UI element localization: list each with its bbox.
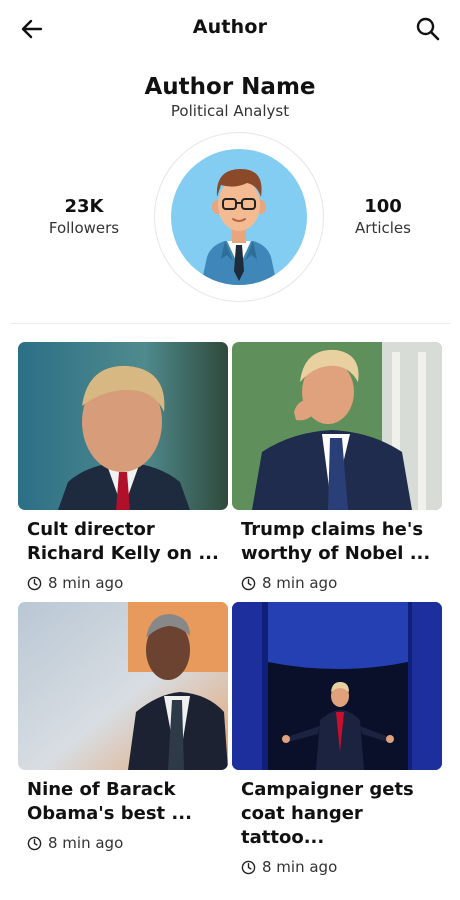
followers-label: Followers	[48, 219, 120, 237]
clock-icon	[241, 576, 256, 590]
article-title: Cult director Richard Kelly on ...	[27, 519, 219, 564]
article-time-text: 8 min ago	[48, 834, 124, 852]
article-time: 8 min ago	[232, 574, 442, 592]
article-card[interactable]: Nine of Barack Obama's best ... 8 min ag…	[18, 602, 228, 852]
page-title: Author	[192, 16, 268, 38]
article-image	[18, 342, 228, 510]
author-name: Author Name	[144, 74, 316, 100]
article-title: Campaigner gets coat hanger tattoo...	[241, 779, 414, 848]
article-card[interactable]: Cult director Richard Kelly on ... 8 min…	[18, 342, 228, 592]
clock-icon	[27, 836, 42, 850]
article-time: 8 min ago	[232, 858, 442, 876]
avatar[interactable]	[171, 149, 307, 285]
avatar-ring	[154, 132, 324, 302]
article-time-text: 8 min ago	[262, 858, 338, 876]
followers-count: 23K	[64, 196, 104, 217]
top-app-bar: Author	[0, 0, 460, 56]
articles-stat[interactable]: 100 Articles	[318, 196, 448, 237]
article-image	[232, 342, 442, 510]
articles-label: Articles	[355, 219, 411, 237]
clock-icon	[241, 860, 256, 874]
author-avatar-illustration	[201, 169, 277, 285]
article-time-text: 8 min ago	[262, 574, 338, 592]
article-time-text: 8 min ago	[48, 574, 124, 592]
article-image	[18, 602, 228, 770]
followers-stat[interactable]: 23K Followers	[19, 196, 149, 237]
article-image	[232, 602, 442, 770]
article-title: Nine of Barack Obama's best ...	[27, 779, 192, 824]
articles-count: 100	[364, 196, 402, 217]
article-card[interactable]: Campaigner gets coat hanger tattoo... 8 …	[232, 602, 442, 876]
article-time: 8 min ago	[18, 574, 228, 592]
article-card[interactable]: Trump claims he's worthy of Nobel ... 8 …	[232, 342, 442, 592]
article-time: 8 min ago	[18, 834, 228, 852]
clock-icon	[27, 576, 42, 590]
author-role: Political Analyst	[170, 102, 290, 120]
divider	[10, 323, 450, 324]
search-icon[interactable]	[414, 15, 442, 43]
article-title: Trump claims he's worthy of Nobel ...	[241, 519, 431, 564]
